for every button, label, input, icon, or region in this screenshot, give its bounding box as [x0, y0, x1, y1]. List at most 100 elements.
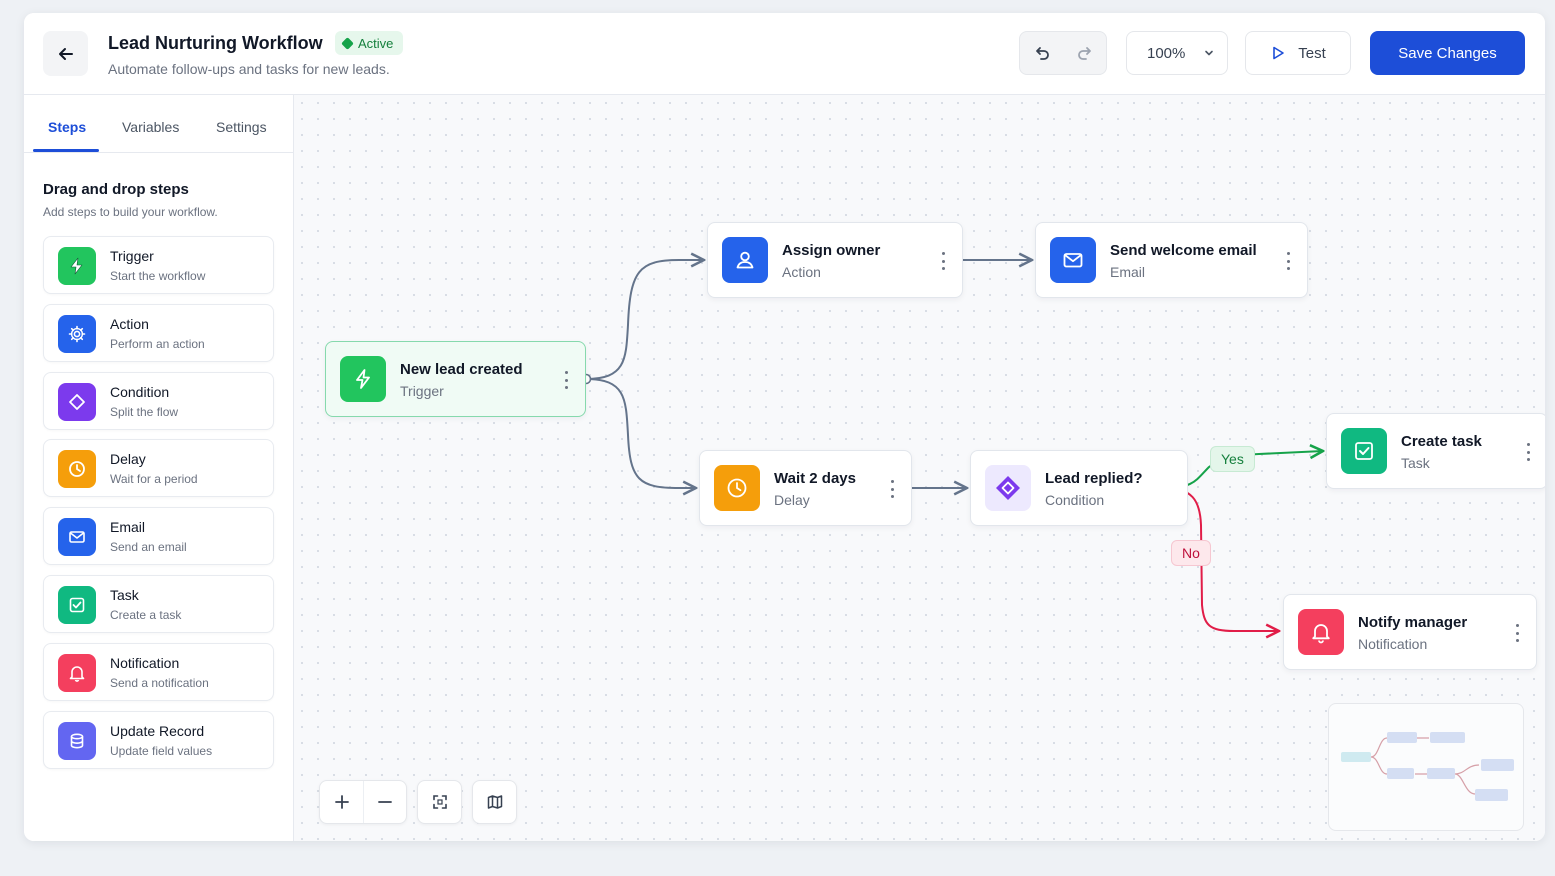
node-new-lead-created[interactable]: New lead created Trigger: [325, 341, 586, 417]
node-wait-2-days[interactable]: Wait 2 days Delay: [699, 450, 912, 526]
more-options-icon[interactable]: [887, 478, 897, 500]
undo-icon: [1035, 47, 1049, 60]
redo-icon: [1077, 47, 1091, 60]
check-square-icon: [1341, 428, 1387, 474]
tab-steps[interactable]: Steps: [48, 119, 86, 135]
palette-item-update-record[interactable]: Update Record Update field values: [43, 710, 274, 769]
palette-item-name: Action: [110, 315, 149, 332]
node-lead-replied[interactable]: Lead replied? Condition: [970, 450, 1188, 526]
page-subtitle: Automate follow-ups and tasks for new le…: [108, 61, 390, 77]
node-assign-owner[interactable]: Assign owner Action: [707, 222, 963, 298]
diamond-icon: [985, 465, 1031, 511]
zoom-out-button[interactable]: [363, 781, 406, 823]
node-title: Lead replied?: [1045, 470, 1143, 487]
edge-trigger-to-assign[interactable]: [585, 260, 704, 380]
palette-item-desc: Wait for a period: [110, 472, 198, 487]
palette-item-desc: Send a notification: [110, 675, 209, 690]
zoom-in-button[interactable]: [320, 781, 363, 823]
database-icon: [58, 721, 96, 760]
palette-item-desc: Send an email: [110, 540, 187, 555]
plus-icon: [334, 795, 349, 809]
steps-sidebar: Steps Variables Settings Drag and drop s…: [24, 95, 294, 841]
palette-item-desc: Update field values: [110, 743, 213, 758]
step-palette: Trigger Start the workflow Action Perfor…: [43, 236, 274, 778]
node-title: Send welcome email: [1110, 242, 1257, 259]
workflow-canvas[interactable]: Yes No New lead created Trigger Assign o…: [294, 95, 1545, 841]
save-changes-button[interactable]: Save Changes: [1370, 31, 1525, 75]
palette-item-email[interactable]: Email Send an email: [43, 507, 274, 566]
zoom-buttons: [319, 780, 407, 824]
more-options-icon[interactable]: [1523, 441, 1533, 463]
test-button[interactable]: Test: [1245, 31, 1351, 75]
status-badge: Active: [335, 31, 404, 55]
fullscreen-icon: [432, 795, 447, 809]
edge-label-yes: Yes: [1210, 446, 1255, 472]
palette-item-action[interactable]: Action Perform an action: [43, 303, 274, 362]
minimap-toggle-group: [472, 780, 517, 824]
palette-item-name: Update Record: [110, 722, 205, 739]
node-send-welcome-email[interactable]: Send welcome email Email: [1035, 222, 1308, 298]
palette-item-desc: Split the flow: [110, 404, 179, 419]
canvas-controls: [319, 780, 517, 824]
more-options-icon[interactable]: [938, 250, 948, 272]
test-label: Test: [1298, 44, 1326, 62]
active-tab-indicator: [33, 149, 99, 152]
minus-icon: [378, 801, 392, 803]
node-type: Task: [1401, 455, 1430, 471]
node-title: Wait 2 days: [774, 470, 856, 487]
edge-label-no: No: [1171, 540, 1211, 566]
palette-item-name: Condition: [110, 383, 170, 400]
header: Lead Nurturing Workflow Active Automate …: [24, 13, 1545, 95]
node-title: Create task: [1401, 433, 1482, 450]
status-dot-icon: [341, 36, 354, 50]
palette-item-task[interactable]: Task Create a task: [43, 574, 274, 633]
tab-settings[interactable]: Settings: [216, 119, 267, 135]
palette-item-condition[interactable]: Condition Split the flow: [43, 371, 274, 430]
palette-item-notification[interactable]: Notification Send a notification: [43, 642, 274, 701]
map-icon: [487, 795, 502, 809]
palette-item-name: Email: [110, 519, 146, 536]
palette-item-name: Task: [110, 586, 139, 603]
zoom-select[interactable]: 100%: [1126, 31, 1228, 75]
bell-icon: [58, 653, 96, 692]
lightning-icon: [340, 356, 386, 402]
more-options-icon[interactable]: [1283, 250, 1293, 272]
more-options-icon[interactable]: [1512, 622, 1522, 644]
palette-item-name: Notification: [110, 654, 180, 671]
more-options-icon[interactable]: [561, 369, 571, 391]
edge-trigger-to-wait[interactable]: [585, 378, 696, 488]
palette-item-desc: Start the workflow: [110, 269, 206, 283]
node-type: Trigger: [400, 383, 444, 399]
clock-icon: [714, 465, 760, 511]
node-type: Email: [1110, 264, 1146, 280]
page-title: Lead Nurturing Workflow: [108, 33, 323, 53]
tab-variables[interactable]: Variables: [122, 119, 179, 135]
undo-button[interactable]: [1020, 32, 1063, 74]
check-square-icon: [58, 585, 96, 624]
palette-item-trigger[interactable]: Trigger Start the workflow: [43, 236, 274, 294]
back-button[interactable]: [43, 31, 88, 76]
node-type: Condition: [1045, 492, 1105, 508]
node-type: Delay: [774, 492, 810, 508]
play-icon: [1273, 46, 1285, 60]
node-create-task[interactable]: Create task Task: [1326, 413, 1545, 489]
minimap-preview: [1341, 732, 1514, 801]
minimap[interactable]: [1328, 703, 1524, 831]
minimap-toggle-button[interactable]: [473, 781, 516, 823]
redo-button[interactable]: [1063, 32, 1106, 74]
node-notify-manager[interactable]: Notify manager Notification: [1283, 594, 1537, 670]
chevron-down-icon: [1205, 50, 1214, 56]
palette-item-name: Trigger: [110, 248, 154, 264]
panel-title: Drag and drop steps: [43, 181, 189, 198]
palette-item-name: Delay: [110, 451, 146, 468]
history-controls: [1019, 31, 1107, 75]
node-title: Assign owner: [782, 242, 881, 259]
fit-view-button[interactable]: [418, 781, 461, 823]
palette-item-desc: Create a task: [110, 607, 182, 622]
palette-item-delay[interactable]: Delay Wait for a period: [43, 439, 274, 498]
node-type: Action: [782, 264, 821, 280]
user-icon: [722, 237, 768, 283]
status-label: Active: [358, 35, 394, 51]
mail-icon: [58, 518, 96, 557]
arrow-left-icon: [58, 47, 73, 60]
